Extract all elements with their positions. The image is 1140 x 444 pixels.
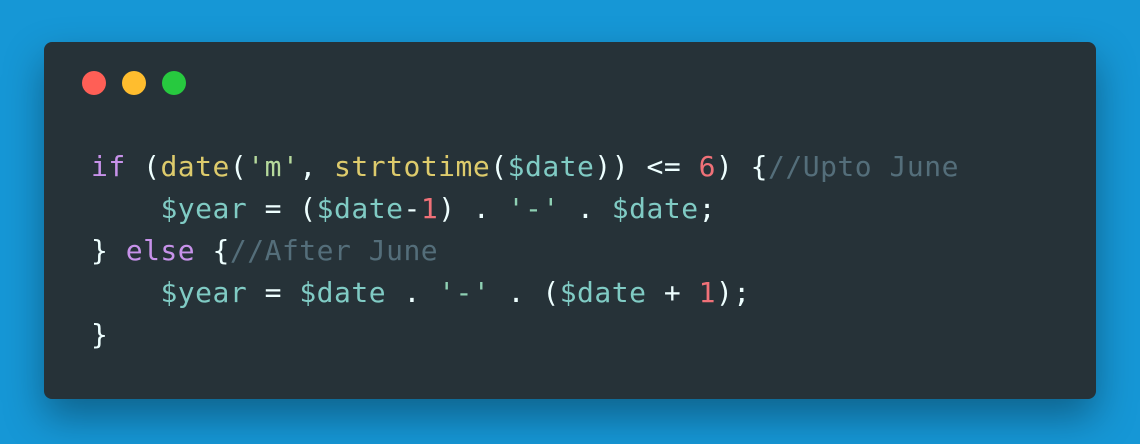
token-punct: . [386,276,439,309]
token-string: 'm' [247,150,300,183]
token-variable: $date [611,192,699,225]
code-line-2: $year = ($date-1) . '-' . $date; [91,188,959,230]
token-punct: - [403,192,421,225]
token-variable: $year [160,276,248,309]
window-controls [82,71,186,95]
token-punct: ; [698,192,716,225]
code-line-5: } [91,314,959,356]
token-comment: //Upto June [768,150,959,183]
token-punct: = [247,276,300,309]
token-variable: $date [559,276,647,309]
token-punct: , [299,150,335,183]
token-variable: $date [507,150,595,183]
token-string: '-' [507,192,560,225]
token-punct: ( [125,150,161,183]
token-variable: $date [316,192,404,225]
code-line-4: $year = $date . '-' . ($date + 1); [91,272,959,314]
token-punct: ) { [715,150,768,183]
code-window: if (date('m', strtotime($date)) <= 6) {/… [44,42,1096,399]
token-punct: ( [229,150,248,183]
token-punct: ); [715,276,751,309]
token-comment: //After June [229,234,439,267]
code-block: if (date('m', strtotime($date)) <= 6) {/… [91,146,959,356]
code-line-3: } else {//After June [91,230,959,272]
token-function: strtotime [334,150,491,183]
token-punct: . ( [490,276,560,309]
token-number: 1 [698,276,716,309]
token-punct: ) . [438,192,508,225]
token-variable: $year [160,192,248,225]
token-punct: } [91,234,126,267]
code-line-1: if (date('m', strtotime($date)) <= 6) {/… [91,146,959,188]
token-punct: + [646,276,699,309]
token-punct: . [559,192,612,225]
token-punct: = ( [247,192,317,225]
token-punct: )) <= [594,150,699,183]
token-punct: } [91,318,109,351]
token-number: 6 [698,150,716,183]
minimize-dot-icon[interactable] [122,71,146,95]
close-dot-icon[interactable] [82,71,106,95]
maximize-dot-icon[interactable] [162,71,186,95]
token-keyword: if [91,150,126,183]
token-keyword: else [125,234,196,267]
token-string: '-' [438,276,491,309]
token-punct: ( [490,150,508,183]
token-variable: $date [299,276,387,309]
token-number: 1 [420,192,439,225]
token-punct: { [195,234,230,267]
token-function: date [160,150,230,183]
